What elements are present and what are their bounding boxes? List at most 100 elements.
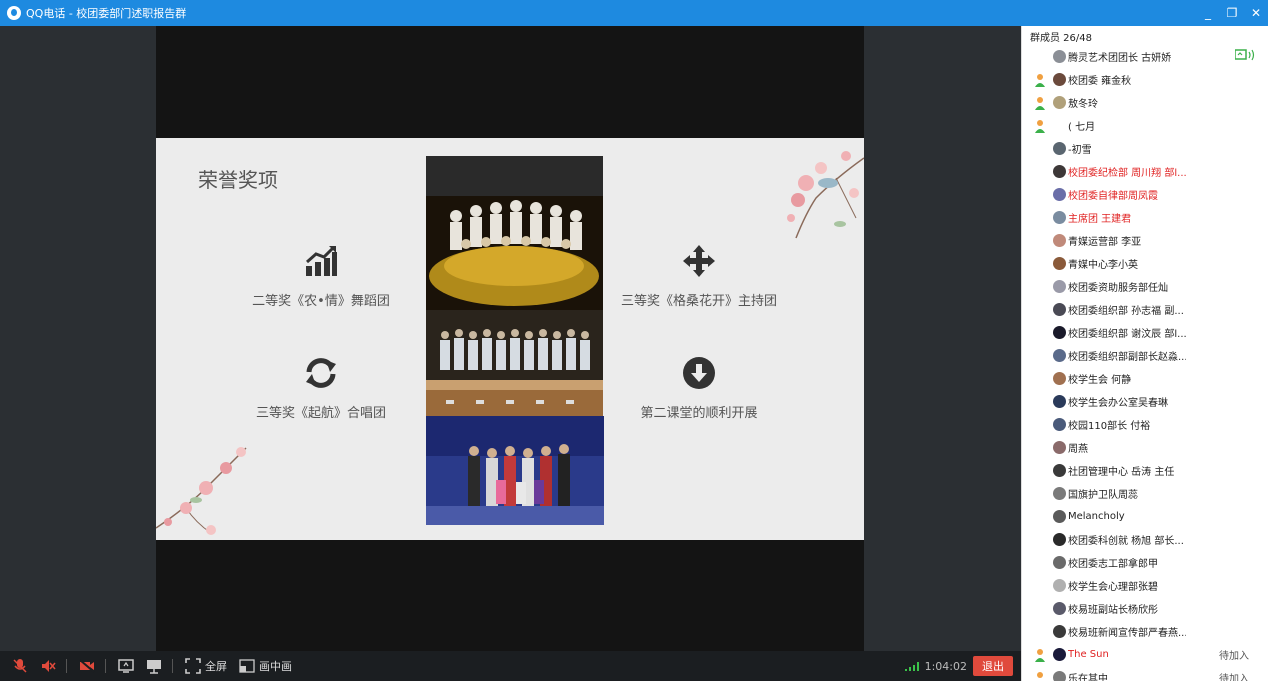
member-name: 校学生会办公室吴春琳	[1068, 398, 1168, 409]
member-name: 腾灵艺术团团长 古妍娇	[1068, 53, 1172, 64]
status-placeholder	[1033, 464, 1047, 478]
move-icon	[683, 245, 715, 277]
status-placeholder	[1033, 372, 1047, 386]
toolbar-divider	[66, 659, 67, 673]
member-row[interactable]: 校团委组织部 孙志福 副...	[1022, 298, 1268, 321]
status-placeholder	[1033, 602, 1047, 616]
member-row[interactable]: -初雪	[1022, 137, 1268, 160]
member-name: 校团委志工部拿郎甲	[1068, 559, 1158, 570]
member-row[interactable]: 校园110部长 付裕	[1022, 413, 1268, 436]
member-count-header: 群成员 26/48	[1030, 33, 1092, 44]
member-row[interactable]: 校学生会 何静	[1022, 367, 1268, 390]
member-name: 主席团 王建君	[1068, 214, 1132, 225]
close-button[interactable]: ✕	[1244, 0, 1268, 26]
avatar	[1053, 625, 1066, 638]
screen-share-icon[interactable]	[118, 658, 134, 674]
member-row[interactable]: 社团管理中心 岳涛 主任	[1022, 459, 1268, 482]
member-row[interactable]: 乐在其中 待加入	[1022, 666, 1268, 681]
member-name: 校团委 雍金秋	[1068, 76, 1132, 87]
member-row[interactable]: 周燕	[1022, 436, 1268, 459]
presentation-slide: 荣誉奖项 二等奖《农•情》舞蹈团 三等奖《格桑花开》主持团 三等奖《起航》合唱团…	[156, 138, 864, 540]
member-row[interactable]: Melancholy	[1022, 505, 1268, 528]
minimize-button[interactable]: _	[1196, 0, 1220, 26]
member-row[interactable]: 校团委组织部副部长赵淼...	[1022, 344, 1268, 367]
fullscreen-icon[interactable]	[185, 658, 201, 674]
avatar	[1053, 280, 1066, 293]
award-choir: 三等奖《起航》合唱团	[255, 406, 386, 421]
group-name: 校团委部门述职报告群	[76, 7, 187, 20]
member-row[interactable]: 校团委纪检部 周川翔 部l...	[1022, 160, 1268, 183]
status-placeholder	[1033, 533, 1047, 547]
member-row[interactable]: 校团委自律部周凤霞	[1022, 183, 1268, 206]
member-row[interactable]: ( 七月	[1022, 114, 1268, 137]
restore-button[interactable]: ❐	[1220, 0, 1244, 26]
member-row[interactable]: 腾灵艺术团团长 古妍娇	[1022, 45, 1268, 68]
member-name: 国旗护卫队周蕊	[1068, 490, 1138, 501]
status-placeholder	[1033, 556, 1047, 570]
slide-title: 荣誉奖项	[198, 168, 278, 192]
pending-join-status: 待加入	[1219, 674, 1249, 681]
avatar	[1053, 648, 1066, 661]
member-row[interactable]: 校易班新闻宣传部严春燕...	[1022, 620, 1268, 643]
member-name: 青媒中心李小英	[1068, 260, 1138, 271]
member-row[interactable]: 敖冬玲	[1022, 91, 1268, 114]
flower-decoration-bottom	[156, 447, 247, 535]
member-row[interactable]: 校团委科创就 杨旭 部长...	[1022, 528, 1268, 551]
picture-in-picture-icon[interactable]	[239, 658, 255, 674]
mic-muted-icon[interactable]	[12, 658, 28, 674]
status-placeholder	[1033, 234, 1047, 248]
status-placeholder	[1033, 625, 1047, 639]
screen-sharing-icon	[1234, 49, 1257, 64]
member-name: 校团委资助服务部任灿	[1068, 283, 1168, 294]
toolbar-right: 1:04:02 退出	[904, 656, 1021, 676]
member-name: -初雪	[1068, 145, 1092, 156]
member-list-panel: 群成员 26/48 腾灵艺术团团长 古妍娇 校团委 雍金秋敖冬玲 ( 七月 -初雪校团…	[1021, 26, 1268, 681]
member-name: 校易班副站长杨欣彤	[1068, 605, 1158, 616]
avatar	[1053, 73, 1066, 86]
pending-join-status: 待加入	[1219, 651, 1249, 662]
avatar	[1053, 349, 1066, 362]
member-name: 校团委组织部 谢汶辰 部l...	[1068, 329, 1186, 340]
member-name: 校易班新闻宣传部严春燕...	[1068, 628, 1186, 639]
member-row[interactable]: 校学生会心理部张碧	[1022, 574, 1268, 597]
chart-icon	[306, 245, 337, 276]
member-row[interactable]: 主席团 王建君	[1022, 206, 1268, 229]
presentation-icon[interactable]	[146, 658, 162, 674]
exit-call-button[interactable]: 退出	[973, 656, 1013, 676]
toolbar-divider	[105, 659, 106, 673]
member-row[interactable]: 青媒中心李小英	[1022, 252, 1268, 275]
member-row[interactable]: 校易班副站长杨欣彤	[1022, 597, 1268, 620]
avatar	[1053, 257, 1066, 270]
status-placeholder	[1033, 165, 1047, 179]
avatar	[1053, 464, 1066, 477]
member-row[interactable]: The Sun 待加入	[1022, 643, 1268, 666]
signal-strength-icon	[904, 662, 919, 671]
speaking-person-icon	[1033, 648, 1047, 662]
member-name: 校团委自律部周凤霞	[1068, 191, 1158, 202]
speaker-muted-icon[interactable]	[40, 658, 56, 674]
member-row[interactable]: 国旗护卫队周蕊	[1022, 482, 1268, 505]
status-placeholder	[1033, 395, 1047, 409]
avatar	[1053, 96, 1066, 109]
status-placeholder	[1033, 142, 1047, 156]
status-placeholder	[1033, 50, 1047, 64]
video-stage: 荣誉奖项 二等奖《农•情》舞蹈团 三等奖《格桑花开》主持团 三等奖《起航》合唱团…	[0, 26, 1021, 651]
picture-in-picture-button[interactable]: 画中画	[259, 658, 292, 674]
member-row[interactable]: 校团委资助服务部任灿	[1022, 275, 1268, 298]
member-row[interactable]: 青媒运营部 李亚	[1022, 229, 1268, 252]
avatar	[1053, 579, 1066, 592]
member-row[interactable]: 校团委志工部拿郎甲	[1022, 551, 1268, 574]
award-second-classroom: 第二课堂的顺利开展	[640, 406, 758, 421]
member-row[interactable]: 校团委 雍金秋	[1022, 68, 1268, 91]
member-row[interactable]: 校学生会办公室吴春琳	[1022, 390, 1268, 413]
status-placeholder	[1033, 579, 1047, 593]
avatar	[1053, 671, 1066, 681]
member-name: 周燕	[1068, 444, 1088, 455]
app-name: QQ电话	[26, 7, 66, 20]
avatar	[1053, 556, 1066, 569]
camera-off-icon[interactable]	[79, 658, 95, 674]
member-name: 校学生会 何静	[1068, 375, 1132, 386]
fullscreen-button[interactable]: 全屏	[205, 658, 227, 674]
member-row[interactable]: 校团委组织部 谢汶辰 部l...	[1022, 321, 1268, 344]
cloud-download-icon	[683, 357, 715, 389]
